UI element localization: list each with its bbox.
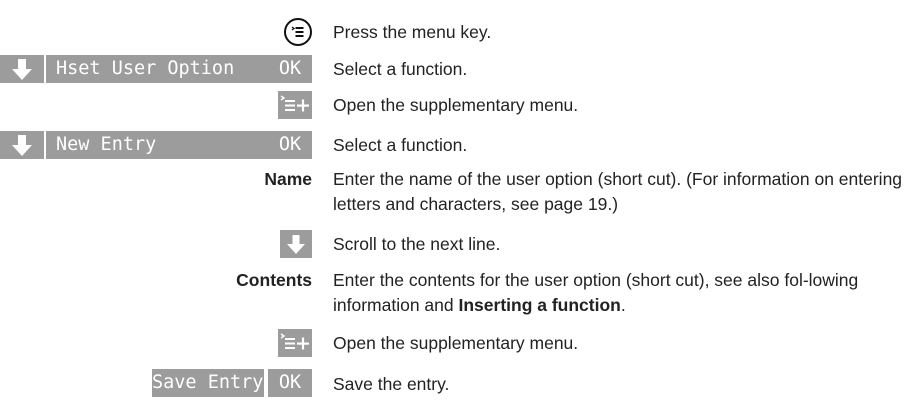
field-label-name: Name bbox=[264, 169, 312, 189]
step-description: Press the menu key. bbox=[333, 22, 492, 42]
step-key bbox=[0, 91, 312, 119]
step-description: Enter the name of the user option (short… bbox=[333, 169, 903, 214]
step-description: Open the supplementary menu. bbox=[333, 333, 579, 353]
supplementary-menu-icon bbox=[278, 329, 312, 357]
link-inserting-a-function: Inserting a function bbox=[458, 295, 621, 315]
step-key: Save Entry OK bbox=[0, 369, 312, 397]
step-description: Select a function. bbox=[333, 59, 468, 79]
arrow-down-icon bbox=[280, 230, 312, 258]
ok-softkey: OK bbox=[268, 131, 312, 159]
step-key: New Entry OK bbox=[0, 131, 312, 159]
arrow-down-icon bbox=[0, 131, 44, 159]
ok-softkey: OK bbox=[268, 369, 312, 397]
step-key bbox=[0, 230, 312, 258]
step-key: Contents bbox=[0, 266, 312, 294]
step-description: Open the supplementary menu. bbox=[333, 95, 579, 115]
ok-softkey: OK bbox=[268, 55, 312, 83]
step-key: Name bbox=[0, 165, 312, 193]
step-description: Scroll to the next line. bbox=[333, 234, 501, 254]
step-description: Enter the contents for the user option (… bbox=[333, 268, 913, 318]
supplementary-menu-icon bbox=[278, 91, 312, 119]
step-description: Select a function. bbox=[333, 135, 468, 155]
description-text-end: . bbox=[620, 295, 626, 315]
menu-key-icon bbox=[284, 18, 312, 46]
display-text: New Entry bbox=[46, 131, 274, 159]
step-key bbox=[0, 329, 312, 357]
step-key bbox=[0, 18, 312, 46]
field-label-contents: Contents bbox=[236, 270, 312, 290]
step-key: Hset User Option OK bbox=[0, 55, 312, 83]
display-text: Save Entry bbox=[152, 369, 264, 397]
display-text: Hset User Option bbox=[46, 55, 274, 83]
step-description: Save the entry. bbox=[333, 374, 450, 394]
arrow-down-icon bbox=[0, 55, 44, 83]
